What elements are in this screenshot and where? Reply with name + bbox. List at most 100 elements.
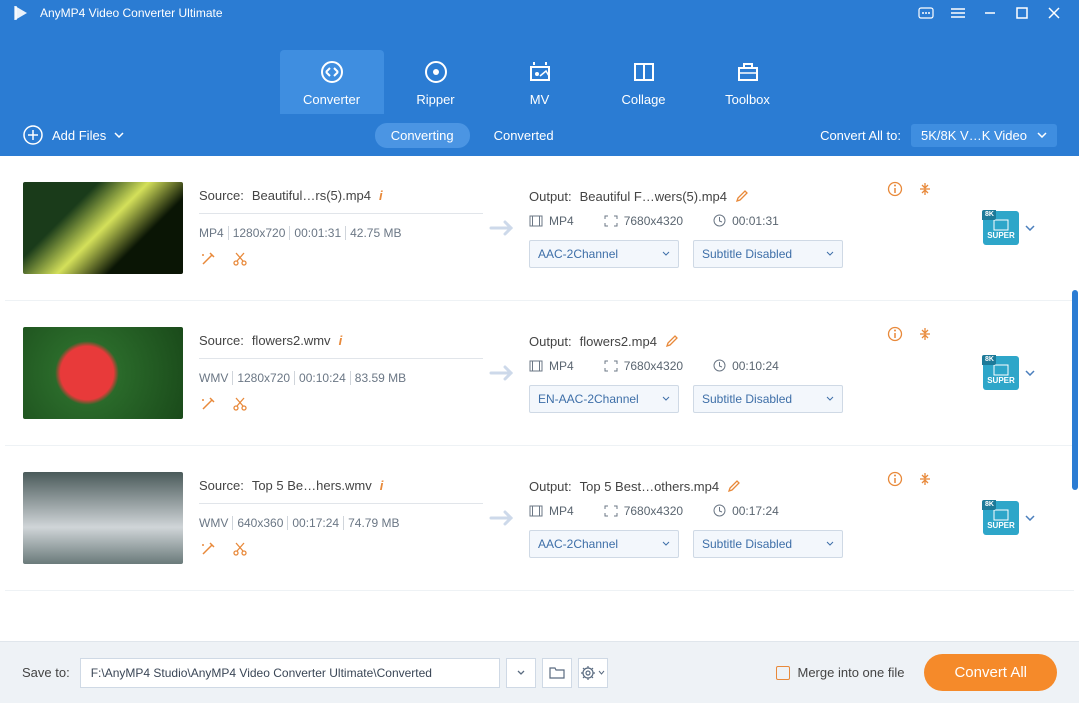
audio-track-select[interactable]: EN-AAC-2Channel [529, 385, 679, 413]
compress-icon[interactable] [916, 470, 934, 488]
tab-label: Collage [621, 92, 665, 107]
footer: Save to: F:\AnyMP4 Studio\AnyMP4 Video C… [0, 641, 1079, 703]
settings-gear-button[interactable] [578, 658, 608, 688]
rename-pencil-icon[interactable] [727, 479, 741, 493]
cut-scissors-icon[interactable] [231, 540, 249, 558]
output-format-value: 5K/8K V…K Video [921, 128, 1027, 143]
tab-toolbox[interactable]: Toolbox [696, 50, 800, 114]
converter-icon [318, 58, 346, 86]
convert-all-button[interactable]: Convert All [924, 654, 1057, 691]
merge-label: Merge into one file [798, 665, 905, 680]
edit-wand-icon[interactable] [199, 395, 217, 413]
format-dropdown-icon[interactable] [1025, 225, 1035, 231]
chevron-down-icon [662, 251, 670, 256]
info-icon[interactable]: i [379, 188, 383, 203]
source-label: Source: [199, 188, 244, 203]
info-icon[interactable]: i [380, 478, 384, 493]
subtitle-select[interactable]: Subtitle Disabled [693, 530, 843, 558]
convert-all-to: Convert All to: 5K/8K V…K Video [820, 124, 1057, 147]
format-dropdown-icon[interactable] [1025, 515, 1035, 521]
thumbnail[interactable] [23, 327, 183, 419]
save-path-dropdown[interactable] [506, 658, 536, 688]
tab-label: MV [530, 92, 550, 107]
app-title: AnyMP4 Video Converter Ultimate [40, 6, 223, 20]
film-icon [529, 215, 543, 227]
output-format-selector[interactable]: 5K/8K V…K Video [911, 124, 1057, 147]
compress-icon[interactable] [916, 325, 934, 343]
rename-pencil-icon[interactable] [665, 334, 679, 348]
feedback-icon[interactable] [913, 4, 939, 22]
audio-track-select[interactable]: AAC-2Channel [529, 240, 679, 268]
collage-icon [630, 58, 658, 86]
tab-label: Converter [303, 92, 360, 107]
merge-checkbox[interactable]: Merge into one file [776, 665, 905, 680]
output-column: Output: Beautiful F…wers(5).mp4 MP4 7680… [523, 189, 964, 268]
cut-scissors-icon[interactable] [231, 395, 249, 413]
file-row: Source:flowers2.wmvi WMV1280x72000:10:24… [5, 301, 1074, 446]
info-circle-icon[interactable] [886, 470, 904, 488]
info-circle-icon[interactable] [886, 325, 904, 343]
output-filename: Beautiful F…wers(5).mp4 [580, 189, 727, 204]
subtab-converted[interactable]: Converted [478, 123, 570, 148]
tab-converter[interactable]: Converter [280, 50, 384, 114]
menu-icon[interactable] [945, 4, 971, 22]
divider [199, 213, 483, 214]
save-to-label: Save to: [22, 665, 70, 680]
source-filename: Beautiful…rs(5).mp4 [252, 188, 371, 203]
tab-label: Toolbox [725, 92, 770, 107]
audio-track-select[interactable]: AAC-2Channel [529, 530, 679, 558]
output-label: Output: [529, 189, 572, 204]
format-badge-8k[interactable]: 8KSUPER [983, 211, 1019, 245]
thumbnail[interactable] [23, 182, 183, 274]
file-list: Source: Beautiful…rs(5).mp4 i MP41280x72… [5, 156, 1074, 641]
titlebar: AnyMP4 Video Converter Ultimate [0, 0, 1079, 26]
minimize-button[interactable] [977, 4, 1003, 22]
plus-circle-icon [22, 124, 44, 146]
source-column: Source: Beautiful…rs(5).mp4 i MP41280x72… [183, 188, 483, 268]
maximize-button[interactable] [1009, 4, 1035, 22]
toolbar: Add Files Converting Converted Convert A… [0, 114, 1079, 156]
format-badge-8k[interactable]: 8KSUPER [983, 356, 1019, 390]
info-icon[interactable]: i [339, 333, 343, 348]
source-filename: flowers2.wmv [252, 333, 331, 348]
close-button[interactable] [1041, 4, 1067, 22]
info-circle-icon[interactable] [886, 180, 904, 198]
chevron-down-icon [826, 251, 834, 256]
checkbox-icon [776, 666, 790, 680]
thumbnail[interactable] [23, 472, 183, 564]
resolution-icon [604, 215, 618, 227]
save-path-input[interactable]: F:\AnyMP4 Studio\AnyMP4 Video Converter … [80, 658, 500, 688]
file-row: Source: Beautiful…rs(5).mp4 i MP41280x72… [5, 156, 1074, 301]
clock-icon [713, 214, 726, 227]
add-files-label: Add Files [52, 128, 106, 143]
chevron-down-icon [114, 132, 124, 138]
subtitle-select[interactable]: Subtitle Disabled [693, 240, 843, 268]
edit-wand-icon[interactable] [199, 540, 217, 558]
tab-mv[interactable]: MV [488, 50, 592, 114]
tab-ripper[interactable]: Ripper [384, 50, 488, 114]
tab-collage[interactable]: Collage [592, 50, 696, 114]
file-row: Source:Top 5 Be…hers.wmvi WMV640x36000:1… [5, 446, 1074, 591]
subtitle-select[interactable]: Subtitle Disabled [693, 385, 843, 413]
mv-icon [526, 58, 554, 86]
edit-wand-icon[interactable] [199, 250, 217, 268]
output-filename: Top 5 Best…others.mp4 [580, 479, 719, 494]
source-filename: Top 5 Be…hers.wmv [252, 478, 372, 493]
arrow-right-icon [483, 218, 523, 238]
toolbox-icon [734, 58, 762, 86]
output-filename: flowers2.mp4 [580, 334, 657, 349]
chevron-down-icon [1037, 132, 1047, 138]
open-folder-button[interactable] [542, 658, 572, 688]
format-dropdown-icon[interactable] [1025, 370, 1035, 376]
compress-icon[interactable] [916, 180, 934, 198]
scrollbar[interactable] [1072, 290, 1078, 490]
main-tabs: Converter Ripper MV Collage Toolbox [0, 26, 1079, 114]
tab-label: Ripper [416, 92, 454, 107]
cut-scissors-icon[interactable] [231, 250, 249, 268]
convert-all-to-label: Convert All to: [820, 128, 901, 143]
rename-pencil-icon[interactable] [735, 189, 749, 203]
subtab-converting[interactable]: Converting [375, 123, 470, 148]
format-badge-8k[interactable]: 8KSUPER [983, 501, 1019, 535]
add-files-button[interactable]: Add Files [22, 124, 124, 146]
ripper-icon [422, 58, 450, 86]
